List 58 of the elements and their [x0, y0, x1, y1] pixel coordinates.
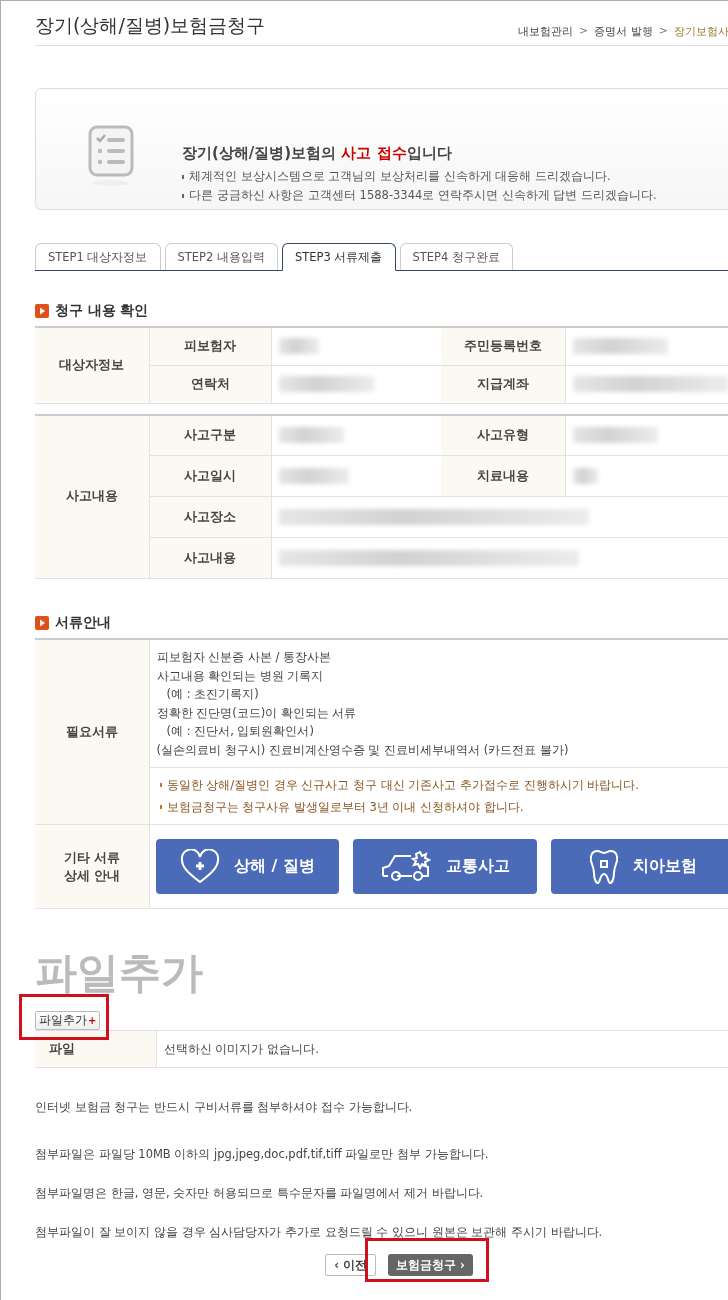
field-label: 치료내용 [441, 455, 565, 497]
page-title: 장기(상해/질병)보험금청구 [35, 13, 266, 38]
tooth-icon [589, 848, 620, 885]
breadcrumb-separator: > [579, 24, 589, 39]
guide-button[interactable]: 치아보험 [551, 839, 728, 894]
document-item: (예 : 초진기록지) [165, 686, 260, 703]
add-file-button[interactable]: 파일추가+ [35, 1011, 101, 1030]
field-label: 필요서류 [35, 639, 149, 825]
section-title: 서류안내 [55, 614, 111, 632]
field-label: 주민등록번호 [441, 327, 565, 365]
group-label: 사고내용 [35, 414, 149, 579]
field-label: 사고내용 [149, 537, 271, 579]
breadcrumb-link[interactable]: 내보험관리 [518, 24, 574, 39]
notice-text: 첨부파일은 파일당 10MB 이하의 jpg,jpeg,doc,pdf,tif,tiff 파일로만 첨부 가능합니다. [35, 1147, 490, 1162]
field-label: 지급계좌 [441, 365, 565, 403]
field-label: 사고유형 [441, 414, 565, 456]
car-crash-icon [380, 849, 433, 884]
step-tab[interactable]: STEP2 내용입력 [164, 243, 278, 270]
bullet-icon [159, 783, 162, 787]
play-icon [35, 304, 49, 318]
play-icon [35, 616, 49, 630]
intro-text: 다른 궁금하신 사항은 고객센터 1588-3344로 연락주시면 신속하게 답변 드리겠습니다. [189, 188, 657, 203]
field-label: 사고구분 [149, 414, 271, 456]
breadcrumb-link[interactable]: 증명서 발행 [594, 24, 653, 39]
note-text: 보험금청구는 청구사유 발생일로부터 3년 이내 신청하셔야 합니다. [166, 799, 524, 816]
bullet-icon [159, 805, 162, 809]
step-tab[interactable]: STEP3 서류제출 [282, 243, 396, 271]
notice-text: 첨부파일명은 한글, 영문, 숫자만 허용되므로 특수문자를 파일명에서 제거 바랍니다. [35, 1186, 485, 1201]
step-tab[interactable]: STEP1 대상자정보 [35, 243, 161, 270]
field-label: 기타 서류 상세 안내 [35, 824, 149, 909]
breadcrumb-link[interactable]: 장기보험사 [674, 24, 728, 39]
notice-text: 첨부파일이 잘 보이지 않을 경우 심사담당자가 추가로 요청드릴 수 있으니 원본은 보관해 주시기 바랍니다. [35, 1225, 604, 1240]
document-item: (예 : 진단서, 입퇴원확인서) [165, 723, 315, 740]
notice-text: 인터넷 보험금 청구는 반드시 구비서류를 첨부하셔야 접수 가능합니다. [35, 1100, 414, 1115]
file-heading: 파일추가 [35, 947, 204, 999]
field-label: 피보험자 [149, 327, 271, 365]
field-label: 연락처 [149, 365, 271, 403]
guide-button[interactable]: 상해 / 질병 [155, 839, 340, 894]
document-item: 정확한 진단명(코드)이 확인되는 서류 [156, 704, 358, 722]
breadcrumb-separator: > [658, 24, 668, 39]
submit-button[interactable]: 보험금청구 › [388, 1254, 473, 1276]
field-label: 파일 [35, 1030, 156, 1068]
note-text: 동일한 상해/질병인 경우 신규사고 청구 대신 기존사고 추가접수로 진행하시기 바랍니다. [166, 777, 639, 794]
step-tab[interactable]: STEP4 청구완료 [399, 243, 513, 270]
field-label: 사고일시 [149, 455, 271, 497]
intro-heading: 장기(상해/질병)보험의 사고 접수입니다 [182, 144, 453, 163]
intro-text: 체계적인 보상시스템으로 고객님의 보상처리를 신속하게 대응해 드리겠습니다. [189, 169, 611, 184]
section-title: 청구 내용 확인 [55, 302, 149, 320]
document-item: (실손의료비 청구시) 진료비계산영수증 및 진료비세부내역서 (카드전표 불가) [156, 741, 570, 759]
checklist-icon [88, 125, 134, 189]
document-item: 사고내용 확인되는 병원 기록지 [156, 667, 325, 685]
previous-button[interactable]: ‹ 이전 [325, 1254, 376, 1276]
group-label: 대상자정보 [35, 327, 149, 403]
file-status: 선택하신 이미지가 없습니다. [156, 1030, 728, 1068]
guide-button[interactable]: 교통사고 [353, 839, 538, 894]
document-item: 피보험자 신분증 사본 / 통장사본 [156, 649, 332, 666]
field-label: 사고장소 [149, 496, 271, 538]
heart-plus-icon [179, 848, 220, 885]
